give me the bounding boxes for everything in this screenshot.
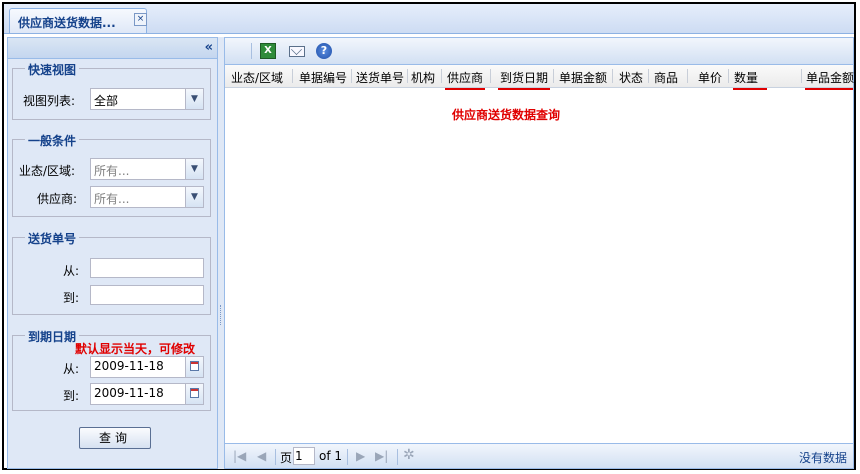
mail-icon[interactable] bbox=[289, 46, 305, 57]
delivery-to-label: 到: bbox=[63, 291, 80, 305]
date-from-label: 从: bbox=[63, 362, 80, 376]
close-icon[interactable]: × bbox=[134, 13, 147, 26]
column-supplier[interactable]: 供应商 bbox=[447, 69, 483, 86]
view-list-label: 视图列表: bbox=[23, 94, 76, 108]
chevron-down-icon[interactable]: ▼ bbox=[185, 159, 203, 179]
query-panel: « 快速视图 视图列表: 全部 ▼ 一般条件 业态/区域: 所有... ▼ 供应… bbox=[7, 37, 218, 469]
region-placeholder: 所有... bbox=[94, 164, 130, 178]
column-arrival-date[interactable]: 到货日期 bbox=[500, 69, 548, 86]
page-input[interactable]: 1 bbox=[293, 447, 315, 465]
tab-strip: 供应商送货数据... × bbox=[4, 4, 854, 34]
date-to-label: 到: bbox=[63, 389, 80, 403]
tab-title: 供应商送货数据... bbox=[18, 16, 116, 30]
supplier-placeholder: 所有... bbox=[94, 192, 130, 206]
delivery-no-fieldset: 送货单号 从: 到: bbox=[12, 230, 211, 315]
region-label: 业态/区域: bbox=[19, 164, 76, 178]
collapse-icon[interactable]: « bbox=[205, 40, 213, 55]
excel-export-icon[interactable]: X bbox=[260, 43, 276, 59]
grid-annotation: 供应商送货数据查询 bbox=[452, 108, 561, 122]
view-list-value: 全部 bbox=[94, 94, 119, 108]
app-window: 供应商送货数据... × « 快速视图 视图列表: 全部 ▼ 一般条件 业态/区… bbox=[2, 2, 856, 470]
supplier-underline bbox=[445, 88, 485, 90]
query-panel-header: « bbox=[8, 38, 217, 59]
page-count: of 1 bbox=[319, 449, 343, 463]
grid-toolbar: X ? bbox=[225, 38, 853, 65]
column-unit-price[interactable]: 单价 bbox=[698, 69, 722, 86]
column-doc-no[interactable]: 单据编号 bbox=[299, 69, 347, 86]
supplier-select[interactable]: 所有... ▼ bbox=[90, 186, 204, 208]
delivery-from-input[interactable] bbox=[90, 258, 204, 278]
column-status[interactable]: 状态 bbox=[619, 69, 643, 86]
delivery-from-label: 从: bbox=[63, 264, 80, 278]
due-date-fieldset: 到期日期 默认显示当天，可修改 从: 2009-11-18 到: 2009-11… bbox=[12, 328, 211, 411]
due-date-annotation: 默认显示当天，可修改 bbox=[75, 342, 196, 356]
help-icon[interactable]: ? bbox=[316, 43, 332, 59]
column-delivery-no[interactable]: 送货单号 bbox=[356, 69, 404, 86]
grid-pager: |◀ ◀ 页 1 of 1 ▶ ▶| ✲ 没有数据 bbox=[225, 443, 853, 468]
date-from-field[interactable]: 2009-11-18 bbox=[90, 356, 204, 378]
column-quantity[interactable]: 数量 bbox=[734, 69, 758, 86]
last-page-icon[interactable]: ▶| bbox=[375, 449, 388, 463]
arrival-date-underline bbox=[498, 88, 550, 90]
quantity-underline bbox=[733, 88, 767, 90]
column-doc-amount[interactable]: 单据金额 bbox=[559, 69, 607, 86]
chevron-down-icon[interactable]: ▼ bbox=[185, 89, 203, 109]
column-item-amount[interactable]: 单品金额 bbox=[806, 69, 854, 86]
tab-supplier-delivery[interactable]: 供应商送货数据... × bbox=[9, 8, 147, 33]
date-from-value: 2009-11-18 bbox=[94, 359, 164, 373]
column-product[interactable]: 商品 bbox=[654, 69, 678, 86]
first-page-icon[interactable]: |◀ bbox=[233, 449, 246, 463]
delivery-to-input[interactable] bbox=[90, 285, 204, 305]
supplier-label: 供应商: bbox=[37, 192, 78, 206]
general-conditions-fieldset: 一般条件 业态/区域: 所有... ▼ 供应商: 所有... ▼ bbox=[12, 132, 211, 217]
column-region[interactable]: 业态/区域 bbox=[231, 69, 283, 86]
region-select[interactable]: 所有... ▼ bbox=[90, 158, 204, 180]
calendar-icon[interactable] bbox=[185, 357, 203, 377]
page-label: 页 bbox=[280, 451, 293, 465]
column-org[interactable]: 机构 bbox=[411, 69, 435, 86]
due-date-legend: 到期日期 bbox=[25, 328, 80, 345]
general-conditions-legend: 一般条件 bbox=[25, 132, 80, 149]
empty-status: 没有数据 bbox=[798, 451, 847, 465]
quick-view-legend: 快速视图 bbox=[25, 61, 80, 78]
refresh-icon[interactable]: ✲ bbox=[403, 447, 415, 463]
query-button[interactable]: 查询 bbox=[79, 427, 151, 449]
grid-header: 业态/区域 单据编号 送货单号 机构 供应商 到货日期 单据金额 状态 商品 单… bbox=[225, 65, 854, 88]
view-list-select[interactable]: 全部 ▼ bbox=[90, 88, 204, 110]
calendar-icon[interactable] bbox=[185, 384, 203, 404]
results-grid: X ? 业态/区域 单据编号 送货单号 机构 供应商 到货日期 单据金额 状态 … bbox=[224, 37, 854, 469]
quick-view-fieldset: 快速视图 视图列表: 全部 ▼ bbox=[12, 61, 211, 120]
prev-page-icon[interactable]: ◀ bbox=[257, 449, 266, 463]
date-to-field[interactable]: 2009-11-18 bbox=[90, 383, 204, 405]
delivery-no-legend: 送货单号 bbox=[25, 230, 80, 247]
date-to-value: 2009-11-18 bbox=[94, 386, 164, 400]
chevron-down-icon[interactable]: ▼ bbox=[185, 187, 203, 207]
item-amount-underline bbox=[805, 88, 853, 90]
next-page-icon[interactable]: ▶ bbox=[356, 449, 365, 463]
